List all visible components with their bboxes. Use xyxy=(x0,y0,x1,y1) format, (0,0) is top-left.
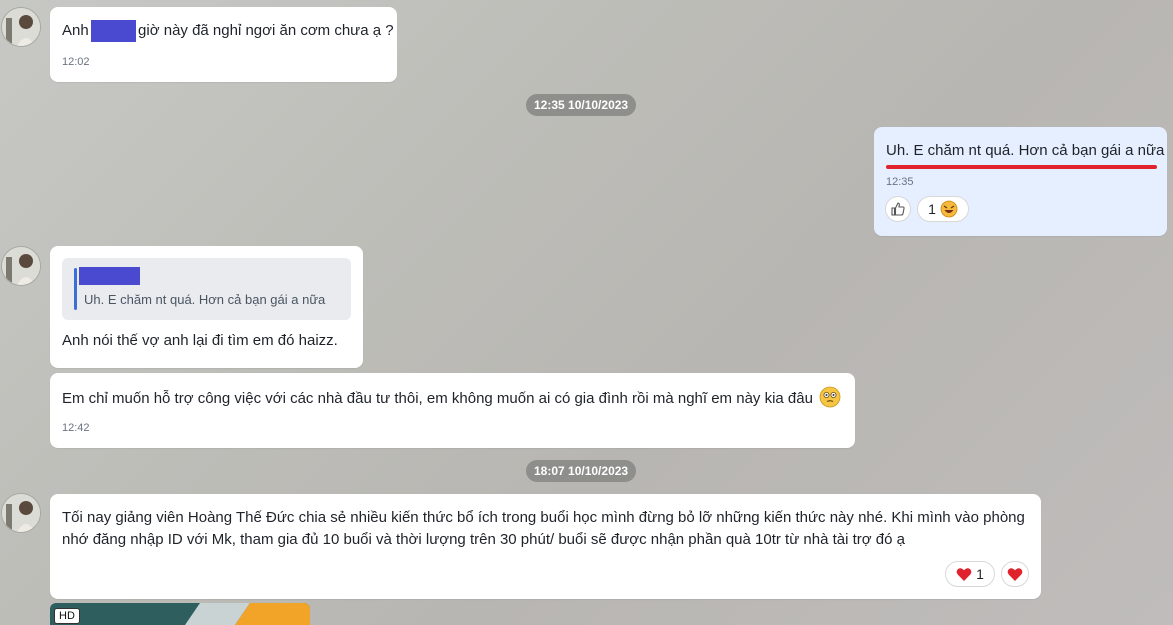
message-text: Uh. E chăm nt quá. Hơn cả bạn gái a nữa xyxy=(886,142,1165,159)
quote-bar xyxy=(74,268,77,310)
reaction-count: 1 xyxy=(976,566,984,582)
avatar[interactable] xyxy=(1,246,41,286)
reaction-pill[interactable]: 1 xyxy=(945,561,995,587)
video-thumbnail[interactable]: HD xyxy=(50,603,310,625)
quoted-message[interactable]: Uh. E chăm nt quá. Hơn cả bạn gái a nữa xyxy=(62,258,351,320)
add-heart-reaction-button[interactable] xyxy=(1001,561,1029,587)
message-bubble[interactable]: Em chỉ muốn hỗ trợ công việc với các nhà… xyxy=(50,373,855,448)
heart-icon xyxy=(1007,567,1023,581)
avatar[interactable] xyxy=(1,7,41,47)
message-text-line-1: Tối nay giảng viên Hoàng Thế Đức chia sẻ… xyxy=(62,509,1025,526)
thinking-emoji-icon xyxy=(819,386,841,408)
message-text: Anh nói thế vợ anh lại đi tìm em đó haiz… xyxy=(62,332,338,349)
date-separator: 12:35 10/10/2023 xyxy=(526,94,637,116)
date-separator: 18:07 10/10/2023 xyxy=(526,460,637,482)
chat-window: { "messages": { "m1": {"prefix": "Anh", … xyxy=(0,0,1173,625)
message-text-line-2: nhớ đăng nhập ID với Mk, tham gia đủ 10 … xyxy=(62,531,905,548)
quoted-text: Uh. E chăm nt quá. Hơn cả bạn gái a nữa xyxy=(84,292,326,307)
message-time: 12:42 xyxy=(62,422,90,434)
laughing-emoji-icon xyxy=(940,200,958,218)
avatar[interactable] xyxy=(1,493,41,533)
message-text: Em chỉ muốn hỗ trợ công việc với các nhà… xyxy=(62,386,841,410)
redacted-name xyxy=(79,267,140,285)
message-time: 12:02 xyxy=(62,56,90,68)
thumbs-up-icon xyxy=(891,202,905,216)
reply-message-bubble[interactable]: Uh. E chăm nt quá. Hơn cả bạn gái a nữa … xyxy=(50,246,363,368)
heart-icon xyxy=(956,567,972,581)
message-text: Anh giờ này đã nghỉ ngơi ăn cơm chưa ạ ? xyxy=(62,20,394,43)
like-button[interactable] xyxy=(885,196,911,222)
message-bubble[interactable]: Tối nay giảng viên Hoàng Thế Đức chia sẻ… xyxy=(50,494,1041,599)
red-underline xyxy=(886,165,1157,169)
message-bubble[interactable]: Anh giờ này đã nghỉ ngơi ăn cơm chưa ạ ?… xyxy=(50,7,397,82)
video-thumbnail-art xyxy=(50,603,310,625)
reaction-count: 1 xyxy=(928,201,936,217)
hd-badge: HD xyxy=(54,608,80,624)
reaction-pill[interactable]: 1 xyxy=(917,196,969,222)
redacted-name xyxy=(90,20,136,43)
message-time: 12:35 xyxy=(886,176,914,188)
my-message-bubble[interactable]: Uh. E chăm nt quá. Hơn cả bạn gái a nữa … xyxy=(874,127,1167,236)
